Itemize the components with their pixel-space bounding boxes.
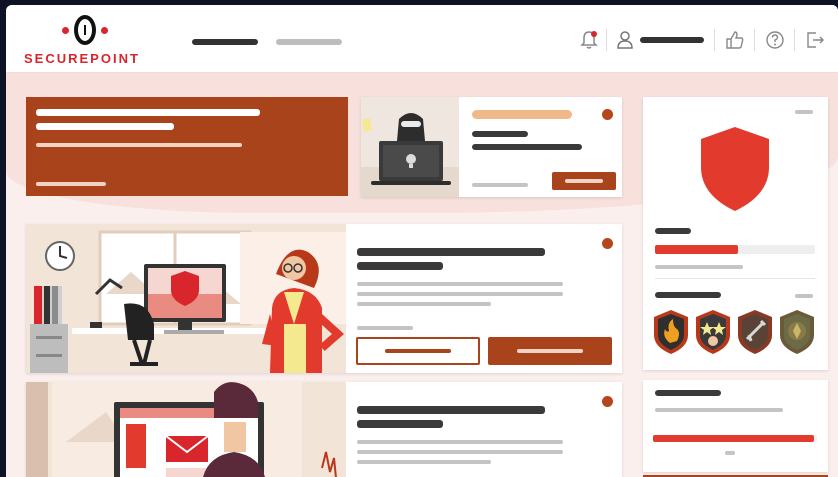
logo-mark: [60, 15, 110, 45]
score-text-line: [655, 265, 743, 269]
logo[interactable]: SECUREPOINT: [20, 15, 150, 67]
stats-label-line: [655, 390, 721, 396]
course-card-large[interactable]: [26, 224, 622, 373]
badges-menu-line[interactable]: [795, 294, 813, 298]
card-title-line: [357, 420, 443, 428]
nav-item-1[interactable]: [192, 39, 258, 45]
card-text-line: [357, 292, 563, 296]
divider: [754, 29, 755, 51]
banner-title-line: [36, 109, 260, 116]
logout-icon[interactable]: [804, 27, 826, 53]
card-meta-line: [472, 183, 528, 187]
card-meta-line: [357, 326, 413, 330]
shield-badge-icon[interactable]: [779, 309, 815, 355]
card-text-line: [357, 302, 491, 306]
card-title-line: [357, 262, 443, 270]
fire-badge-icon[interactable]: [653, 309, 689, 355]
banner-title-line: [36, 123, 174, 130]
card-title-line: [472, 144, 582, 150]
card-text-line: [357, 440, 563, 444]
logo-dot-left: [62, 27, 69, 34]
nav-item-2[interactable]: [276, 39, 342, 45]
score-label-line: [655, 228, 691, 234]
security-progress-fill: [655, 245, 739, 254]
logo-ring: [74, 15, 96, 45]
card-text-line: [357, 282, 563, 286]
status-dot: [602, 109, 613, 120]
help-icon[interactable]: [764, 27, 786, 53]
card-title-line: [357, 248, 545, 256]
button-label-line: [385, 349, 451, 353]
header-tools: [578, 27, 838, 53]
banner-text-line: [36, 143, 242, 147]
sword-badge-icon[interactable]: [737, 309, 773, 355]
stats-panel: [643, 380, 828, 472]
stats-progress-fill: [653, 435, 814, 442]
card-title-line: [472, 131, 528, 137]
badge-list: [653, 309, 821, 357]
start-button[interactable]: [552, 172, 616, 190]
panel-menu-line[interactable]: [795, 110, 813, 114]
stats-progress-bar: [653, 435, 817, 442]
start-button[interactable]: [488, 337, 612, 365]
course-card-large[interactable]: [26, 382, 622, 477]
status-dot: [602, 238, 613, 249]
app-window: SECUREPOINT: [6, 5, 838, 477]
office-illustration: [26, 224, 346, 373]
card-text-line: [357, 460, 491, 464]
card-text-line: [357, 450, 563, 454]
button-label-line: [517, 349, 583, 353]
panel-divider: [655, 278, 815, 279]
category-badge: [472, 110, 572, 119]
logo-text: SECUREPOINT: [24, 51, 140, 66]
course-card-small[interactable]: [361, 97, 622, 197]
email-illustration: [26, 382, 346, 477]
divider: [794, 29, 795, 51]
details-button[interactable]: [356, 337, 480, 365]
badges-label-line: [655, 292, 721, 298]
status-dot: [602, 396, 613, 407]
user-icon[interactable]: [614, 27, 636, 53]
stats-text-line: [655, 408, 783, 412]
user-name[interactable]: [640, 37, 704, 43]
header: SECUREPOINT: [6, 5, 838, 73]
logo-dot-right: [101, 27, 108, 34]
divider: [714, 29, 715, 51]
card-title-line: [357, 406, 545, 414]
button-label-line: [565, 179, 603, 183]
banner-text-line: [36, 182, 106, 186]
thumbs-up-icon[interactable]: [724, 27, 746, 53]
hacker-illustration: [361, 97, 459, 197]
shield-icon: [701, 127, 769, 211]
security-progress-bar: [655, 245, 815, 254]
stars-badge-icon[interactable]: [695, 309, 731, 355]
divider: [606, 29, 607, 51]
bell-icon[interactable]: [578, 27, 600, 53]
stats-meta-line: [725, 451, 735, 455]
security-status-panel: [643, 97, 828, 370]
welcome-banner[interactable]: [26, 97, 348, 196]
